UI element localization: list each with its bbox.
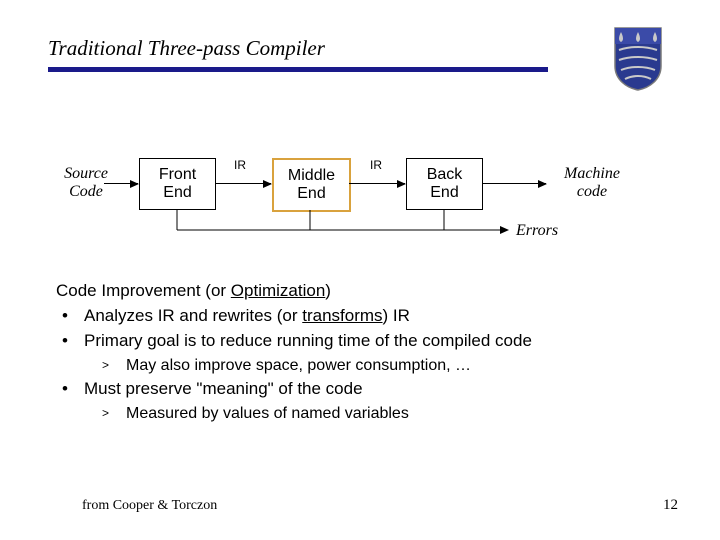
heading-underline: Optimization (231, 281, 325, 300)
bullet-3-sub: Measured by values of named variables (84, 403, 666, 425)
bullet-3: Must preserve "meaning" of the code Meas… (56, 378, 666, 425)
bullet-2-sub-text: May also improve space, power consumptio… (126, 357, 471, 374)
shield-crest-icon (611, 26, 665, 92)
pipeline-diagram: Source Code Front End IR Middle End IR B… (0, 150, 720, 250)
slide: Traditional Three-pass Compiler Source C… (0, 0, 720, 540)
bullet-2-text: Primary goal is to reduce running time o… (84, 331, 532, 350)
bullet-3-sub-text: Measured by values of named variables (126, 405, 409, 422)
heading-post: ) (325, 281, 331, 300)
slide-title: Traditional Three-pass Compiler (48, 36, 325, 61)
bullet-3-text: Must preserve "meaning" of the code (84, 379, 363, 398)
body-text: Code Improvement (or Optimization) Analy… (56, 280, 666, 425)
bullet-1-underline: transforms (302, 306, 382, 325)
heading-pre: Code Improvement (or (56, 281, 231, 300)
bullet-2: Primary goal is to reduce running time o… (56, 330, 666, 377)
bullet-1-pre: Analyzes IR and rewrites (or (84, 306, 302, 325)
bullet-2-sub: May also improve space, power consumptio… (84, 355, 666, 377)
page-number: 12 (663, 497, 678, 514)
errors-label: Errors (516, 222, 558, 240)
errors-connector (0, 150, 720, 260)
bullet-1: Analyzes IR and rewrites (or transforms)… (56, 305, 666, 328)
footer-source: from Cooper & Torczon (82, 498, 217, 514)
bullet-1-post: ) IR (383, 306, 410, 325)
title-underline (48, 67, 548, 72)
body-heading: Code Improvement (or Optimization) (56, 280, 666, 303)
